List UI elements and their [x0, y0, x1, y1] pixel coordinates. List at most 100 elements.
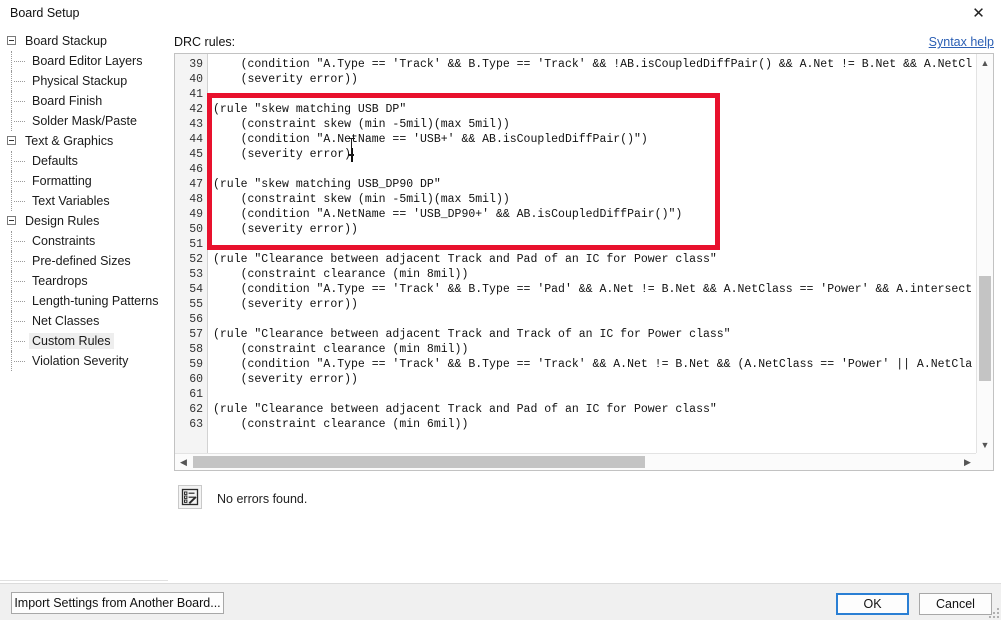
sidebar-item-label: Physical Stackup	[32, 74, 128, 88]
tree-guide-line	[11, 171, 13, 191]
code-line[interactable]: (condition "A.Type == 'Track' && B.Type …	[213, 57, 973, 72]
import-settings-button[interactable]: Import Settings from Another Board...	[11, 592, 224, 614]
editor-vertical-scrollbar[interactable]: ▲ ▼	[976, 54, 993, 453]
sidebar-item-custom-rules[interactable]: Custom Rules	[0, 331, 168, 351]
sidebar-item-board-finish[interactable]: Board Finish	[0, 91, 168, 111]
syntax-help-link[interactable]: Syntax help	[929, 35, 994, 49]
tree-guide-elbow	[14, 201, 25, 203]
code-line[interactable]: (severity error))	[213, 372, 358, 387]
sidebar-item-length-tuning-patterns[interactable]: Length-tuning Patterns	[0, 291, 168, 311]
line-number: 54	[189, 283, 203, 296]
code-line[interactable]: (rule "skew matching USB DP"	[213, 102, 406, 117]
sidebar-item-design-rules[interactable]: Design Rules	[0, 211, 168, 231]
sidebar-item-formatting[interactable]: Formatting	[0, 171, 168, 191]
chevron-down-icon[interactable]: ▼	[977, 436, 993, 453]
tree-guide-line	[11, 231, 13, 251]
sidebar-item-board-stackup[interactable]: Board Stackup	[0, 31, 168, 51]
editor-horizontal-scrollbar[interactable]: ◀ ▶	[175, 453, 976, 470]
code-line[interactable]: (condition "A.Type == 'Track' && B.Type …	[213, 282, 973, 297]
sidebar-item-label: Board Editor Layers	[32, 54, 143, 68]
window-titlebar: Board Setup ✕	[0, 0, 1001, 27]
drc-rules-label: DRC rules:	[174, 35, 236, 49]
tree-guide-elbow	[14, 81, 25, 83]
custom-rules-panel: DRC rules: Syntax help 39 40 41 42 43 44 45 46 4…	[168, 27, 1001, 601]
sidebar-item-solder-mask-paste[interactable]: Solder Mask/Paste	[0, 111, 168, 131]
code-line[interactable]: (constraint clearance (min 6mil))	[213, 417, 469, 432]
code-text-area[interactable]: (condition "A.Type == 'Track' && B.Type …	[209, 54, 976, 453]
tree-guide-elbow	[14, 301, 25, 303]
tree-guide-elbow	[14, 261, 25, 263]
line-number: 40	[189, 73, 203, 86]
tree-collapse-icon[interactable]	[7, 136, 16, 145]
line-number: 62	[189, 403, 203, 416]
line-number: 42	[189, 103, 203, 116]
code-line[interactable]: (severity error))	[213, 72, 358, 87]
sidebar-item-label: Teardrops	[32, 274, 88, 288]
settings-tree[interactable]: Board Stackup Board Editor Layers Physical…	[0, 27, 168, 583]
code-line[interactable]: (severity error))	[213, 297, 358, 312]
code-line[interactable]: (rule "skew matching USB_DP90 DP"	[213, 177, 441, 192]
sidebar-item-label: Solder Mask/Paste	[32, 114, 137, 128]
tree-guide-line	[11, 351, 13, 371]
sidebar-item-constraints[interactable]: Constraints	[0, 231, 168, 251]
sidebar-item-text-variables[interactable]: Text Variables	[0, 191, 168, 211]
line-number: 46	[189, 163, 203, 176]
tree-guide-line	[11, 151, 13, 171]
sidebar-item-board-editor-layers[interactable]: Board Editor Layers	[0, 51, 168, 71]
tree-collapse-icon[interactable]	[7, 36, 16, 45]
sidebar-item-label: Net Classes	[32, 314, 100, 328]
vertical-scroll-thumb[interactable]	[979, 276, 991, 381]
line-number: 63	[189, 418, 203, 431]
line-number: 47	[189, 178, 203, 191]
code-line[interactable]: (rule "Clearance between adjacent Track …	[213, 402, 717, 417]
code-line[interactable]: (condition "A.NetName == 'USB+' && AB.is…	[213, 132, 648, 147]
sidebar-item-label: Violation Severity	[32, 354, 129, 368]
tree-collapse-icon[interactable]	[7, 216, 16, 225]
cancel-button[interactable]: Cancel	[919, 593, 992, 615]
code-line[interactable]: (constraint skew (min -5mil)(max 5mil))	[213, 192, 510, 207]
tree-guide-elbow	[14, 161, 25, 163]
code-line[interactable]: (rule "Clearance between adjacent Track …	[213, 252, 717, 267]
line-number: 53	[189, 268, 203, 281]
sidebar-item-net-classes[interactable]: Net Classes	[0, 311, 168, 331]
tree-guide-elbow	[14, 281, 25, 283]
line-number: 56	[189, 313, 203, 326]
sidebar-item-label: Text & Graphics	[25, 134, 114, 148]
sidebar-item-label: Defaults	[32, 154, 78, 168]
code-line[interactable]: (severity error))	[213, 222, 358, 237]
code-line[interactable]: (constraint skew (min -5mil)(max 5mil))	[213, 117, 510, 132]
sidebar-item-pre-defined-sizes[interactable]: Pre-defined Sizes	[0, 251, 168, 271]
sidebar-item-teardrops[interactable]: Teardrops	[0, 271, 168, 291]
tree-guide-line	[11, 191, 13, 211]
window-title: Board Setup	[10, 6, 80, 20]
chevron-right-icon[interactable]: ▶	[959, 454, 976, 470]
horizontal-scroll-thumb[interactable]	[193, 456, 645, 468]
line-number: 59	[189, 358, 203, 371]
sidebar-bottom-rule	[0, 580, 168, 581]
drc-rules-editor[interactable]: 39 40 41 42 43 44 45 46 47 48 49 50 51 52 53 54 55 56 57 58…	[174, 53, 994, 471]
code-line[interactable]: (constraint clearance (min 8mil))	[213, 342, 469, 357]
line-number: 51	[189, 238, 203, 251]
sidebar-item-label: Pre-defined Sizes	[32, 254, 131, 268]
sidebar-item-text-graphics[interactable]: Text & Graphics	[0, 131, 168, 151]
sidebar-item-violation-severity[interactable]: Violation Severity	[0, 351, 168, 371]
ok-button[interactable]: OK	[836, 593, 909, 615]
sidebar-item-defaults[interactable]: Defaults	[0, 151, 168, 171]
tree-guide-line	[11, 111, 13, 131]
line-number: 44	[189, 133, 203, 146]
code-line[interactable]: (condition "A.NetName == 'USB_DP90+' && …	[213, 207, 683, 222]
line-number: 49	[189, 208, 203, 221]
code-line[interactable]: (condition "A.Type == 'Track' && B.Type …	[213, 357, 973, 372]
code-line[interactable]: (constraint clearance (min 8mil))	[213, 267, 469, 282]
close-icon[interactable]: ✕	[956, 0, 1001, 27]
code-line[interactable]: (severity error)	[213, 147, 351, 162]
line-number: 60	[189, 373, 203, 386]
tree-guide-elbow	[14, 121, 25, 123]
sidebar-item-physical-stackup[interactable]: Physical Stackup	[0, 71, 168, 91]
tree-guide-line	[11, 91, 13, 111]
tree-guide-line	[11, 331, 13, 351]
chevron-up-icon[interactable]: ▲	[977, 54, 993, 71]
chevron-left-icon[interactable]: ◀	[175, 454, 192, 470]
code-line[interactable]: (rule "Clearance between adjacent Track …	[213, 327, 731, 342]
tree-guide-elbow	[14, 361, 25, 363]
